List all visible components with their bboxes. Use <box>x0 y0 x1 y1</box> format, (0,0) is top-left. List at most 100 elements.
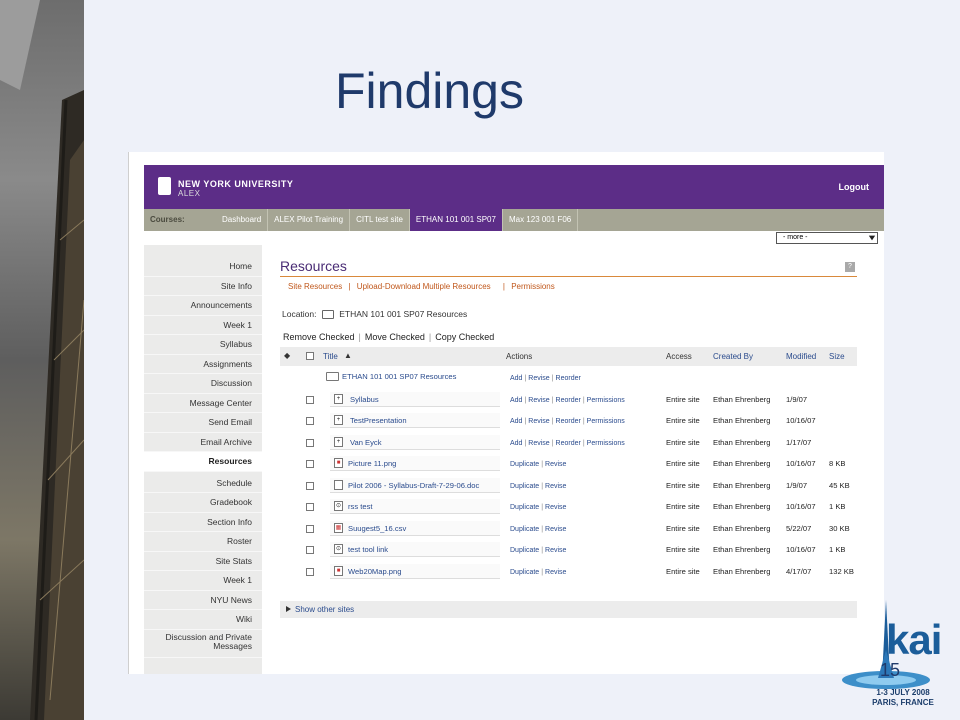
action-duplicate[interactable]: Duplicate <box>510 504 539 511</box>
folder-plus-icon[interactable]: + <box>334 415 343 425</box>
show-other-sites-bar[interactable]: Show other sites <box>280 601 857 618</box>
logout-link[interactable]: Logout <box>839 182 870 192</box>
copy-checked-button[interactable]: Copy Checked <box>435 332 494 342</box>
sidebar-item-gradebook[interactable]: Gradebook <box>144 493 262 513</box>
action-revise[interactable]: Revise <box>545 526 566 533</box>
column-created-by[interactable]: Created By <box>713 352 753 361</box>
sidebar-item-message-center[interactable]: Message Center <box>144 394 262 413</box>
resources-title: Resources <box>280 258 347 274</box>
folder-plus-icon[interactable]: + <box>334 393 343 404</box>
action-reorder[interactable]: Reorder <box>556 440 581 447</box>
expand-triangle-icon[interactable] <box>286 606 291 612</box>
sidebar-item-site-info[interactable]: Site Info <box>144 277 262 296</box>
course-tab-alex-pilot[interactable]: ALEX Pilot Training <box>268 209 351 231</box>
action-duplicate[interactable]: Duplicate <box>510 547 539 554</box>
row-checkbox[interactable] <box>306 417 314 425</box>
row-title[interactable]: Syllabus <box>350 395 379 404</box>
row-checkbox[interactable] <box>306 395 314 404</box>
row-title[interactable]: Van Eyck <box>350 438 382 447</box>
sidebar-item-announcements[interactable]: Announcements <box>144 296 262 316</box>
table-row-root: ETHAN 101 001 SP07 Resources Add | Revise |… <box>280 368 857 390</box>
row-title[interactable]: Suugest5_16.csv <box>348 524 406 533</box>
folder-plus-icon[interactable]: + <box>334 436 343 447</box>
action-revise[interactable]: Revise <box>528 440 549 447</box>
subnav-site-resources[interactable]: Site Resources <box>288 282 342 291</box>
sidebar-item-week1[interactable]: Week 1 <box>144 316 262 335</box>
action-reorder[interactable]: Reorder <box>556 397 581 404</box>
row-title[interactable]: Picture 11.png <box>348 459 396 468</box>
course-tab-dashboard[interactable]: Dashboard <box>216 209 269 231</box>
action-duplicate[interactable]: Duplicate <box>510 526 539 533</box>
action-revise[interactable]: Revise <box>528 397 549 404</box>
table-header: ◆ Title ▲ Actions Access Created By Modi… <box>280 347 857 366</box>
action-duplicate[interactable]: Duplicate <box>510 483 539 490</box>
row-title[interactable]: rss test <box>348 502 372 511</box>
row-title[interactable]: TestPresentation <box>350 416 407 425</box>
subnav-permissions[interactable]: Permissions <box>511 282 555 291</box>
sidebar-item-discussion-private[interactable]: Discussion and Private Messages <box>144 630 262 658</box>
row-title[interactable]: test tool link <box>348 545 388 554</box>
row-title[interactable]: Web20Map.png <box>348 567 401 576</box>
row-checkbox[interactable] <box>306 460 314 468</box>
course-tab-citl[interactable]: CITL test site <box>350 209 410 231</box>
action-add[interactable]: Add <box>510 418 522 425</box>
move-checked-button[interactable]: Move Checked <box>365 332 425 342</box>
action-revise[interactable]: Revise <box>528 418 549 425</box>
row-created-by: Ethan Ehrenberg <box>713 394 771 404</box>
sidebar-item-syllabus[interactable]: Syllabus <box>144 335 262 355</box>
sidebar-item-site-stats[interactable]: Site Stats <box>144 552 262 571</box>
action-revise[interactable]: Revise <box>545 461 566 468</box>
course-tab-max[interactable]: Max 123 001 F06 <box>503 209 579 231</box>
row-title[interactable]: ETHAN 101 001 SP07 Resources <box>342 372 456 381</box>
column-size[interactable]: Size <box>829 352 845 361</box>
column-modified[interactable]: Modified <box>786 352 816 361</box>
action-permissions[interactable]: Permissions <box>587 440 625 447</box>
action-duplicate[interactable]: Duplicate <box>510 569 539 576</box>
sidebar-item-assignments[interactable]: Assignments <box>144 355 262 374</box>
show-other-sites-link[interactable]: Show other sites <box>295 605 354 614</box>
sidebar-item-schedule[interactable]: Schedule <box>144 474 262 493</box>
row-created-by: Ethan Ehrenberg <box>713 416 771 425</box>
sidebar-item-wiki[interactable]: Wiki <box>144 610 262 630</box>
subnav-upload-download[interactable]: Upload-Download Multiple Resources <box>357 282 491 291</box>
sidebar-item-discussion[interactable]: Discussion <box>144 374 262 394</box>
sort-toggle-icon[interactable]: ◆ <box>284 351 290 360</box>
select-all-checkbox[interactable] <box>306 352 314 360</box>
slide-title: Findings <box>335 63 524 119</box>
action-permissions[interactable]: Permissions <box>587 397 625 404</box>
more-sites-select[interactable]: - more - <box>776 232 878 244</box>
sidebar-item-resources[interactable]: Resources <box>144 452 262 472</box>
sidebar-item-email-archive[interactable]: Email Archive <box>144 433 262 452</box>
action-reorder[interactable]: Reorder <box>556 375 581 382</box>
sidebar-item-section-info[interactable]: Section Info <box>144 513 262 532</box>
action-add[interactable]: Add <box>510 397 522 404</box>
row-checkbox[interactable] <box>306 546 314 554</box>
nyu-torch-icon <box>158 177 171 195</box>
action-reorder[interactable]: Reorder <box>556 418 581 425</box>
action-revise[interactable]: Revise <box>545 504 566 511</box>
action-revise[interactable]: Revise <box>528 375 549 382</box>
action-revise[interactable]: Revise <box>545 569 566 576</box>
help-icon[interactable]: ? <box>845 262 855 272</box>
remove-checked-button[interactable]: Remove Checked <box>283 332 355 342</box>
row-checkbox[interactable] <box>306 438 314 447</box>
row-checkbox[interactable] <box>306 481 314 490</box>
action-duplicate[interactable]: Duplicate <box>510 461 539 468</box>
action-revise[interactable]: Revise <box>545 547 566 554</box>
sidebar-item-home[interactable]: Home <box>144 257 262 277</box>
action-revise[interactable]: Revise <box>545 483 566 490</box>
action-add[interactable]: Add <box>510 375 522 382</box>
row-title[interactable]: Pilot 2006 - Syllabus-Draft-7-29-06.doc <box>348 481 479 490</box>
action-add[interactable]: Add <box>510 440 522 447</box>
sort-arrow-icon[interactable]: ▲ <box>344 351 352 360</box>
sidebar-item-nyu-news[interactable]: NYU News <box>144 591 262 610</box>
action-permissions[interactable]: Permissions <box>587 418 625 425</box>
column-title[interactable]: Title <box>323 352 338 361</box>
course-tab-ethan[interactable]: ETHAN 101 001 SP07 <box>409 209 503 231</box>
sidebar-item-week1-b[interactable]: Week 1 <box>144 571 262 591</box>
row-checkbox[interactable] <box>306 567 314 576</box>
sidebar-item-send-email[interactable]: Send Email <box>144 413 262 433</box>
sidebar-item-roster[interactable]: Roster <box>144 532 262 552</box>
row-checkbox[interactable] <box>306 503 314 511</box>
row-checkbox[interactable] <box>306 524 314 533</box>
